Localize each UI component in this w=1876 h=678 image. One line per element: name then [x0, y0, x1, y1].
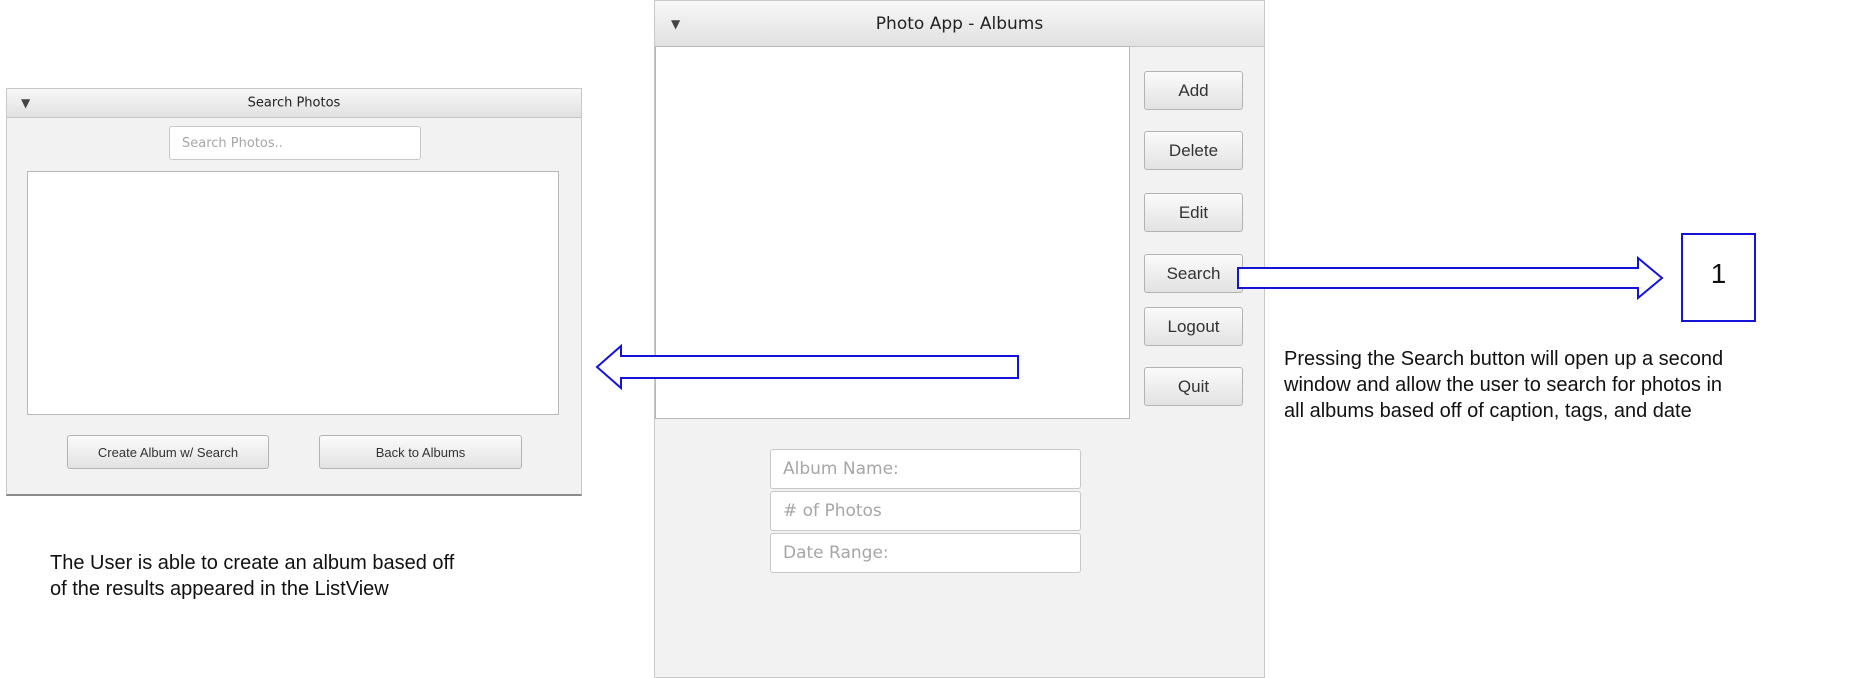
search-note: Pressing the Search button will open up … — [1284, 346, 1723, 424]
logout-button[interactable]: Logout — [1144, 307, 1243, 346]
search-photos-input[interactable] — [169, 126, 421, 160]
date-range-field[interactable] — [770, 533, 1081, 573]
create-album-with-search-button[interactable]: Create Album w/ Search — [67, 435, 269, 469]
album-name-field[interactable] — [770, 449, 1081, 489]
edit-button[interactable]: Edit — [1144, 193, 1243, 232]
listview-note: The User is able to create an album base… — [50, 550, 454, 602]
albums-window: ▼ Photo App - Albums Add Delete Edit Sea… — [654, 0, 1265, 678]
search-window-titlebar: ▼ Search Photos — [7, 89, 581, 118]
listview-note-line: of the results appeared in the ListView — [50, 578, 389, 600]
arrow-right-icon — [1237, 255, 1664, 301]
add-button[interactable]: Add — [1144, 71, 1243, 110]
search-window-title: Search Photos — [247, 95, 341, 111]
listview-note-line: The User is able to create an album base… — [50, 552, 455, 574]
search-note-line: window and allow the user to search for … — [1284, 374, 1723, 396]
search-photos-window: ▼ Search Photos Create Album w/ Search B… — [6, 88, 582, 496]
photo-count-field[interactable] — [770, 491, 1081, 531]
albums-listview[interactable] — [655, 46, 1130, 419]
delete-button[interactable]: Delete — [1144, 131, 1243, 170]
search-button[interactable]: Search — [1144, 254, 1243, 293]
back-to-albums-button[interactable]: Back to Albums — [319, 435, 522, 469]
search-results-listview[interactable] — [27, 171, 559, 415]
search-note-line: all albums based off of caption, tags, a… — [1284, 400, 1692, 422]
albums-window-titlebar: ▼ Photo App - Albums — [655, 1, 1264, 47]
step-number: 1 — [1710, 258, 1727, 289]
search-note-line: Pressing the Search button will open up … — [1284, 348, 1724, 370]
quit-button[interactable]: Quit — [1144, 367, 1243, 406]
albums-window-title: Photo App - Albums — [875, 13, 1044, 34]
